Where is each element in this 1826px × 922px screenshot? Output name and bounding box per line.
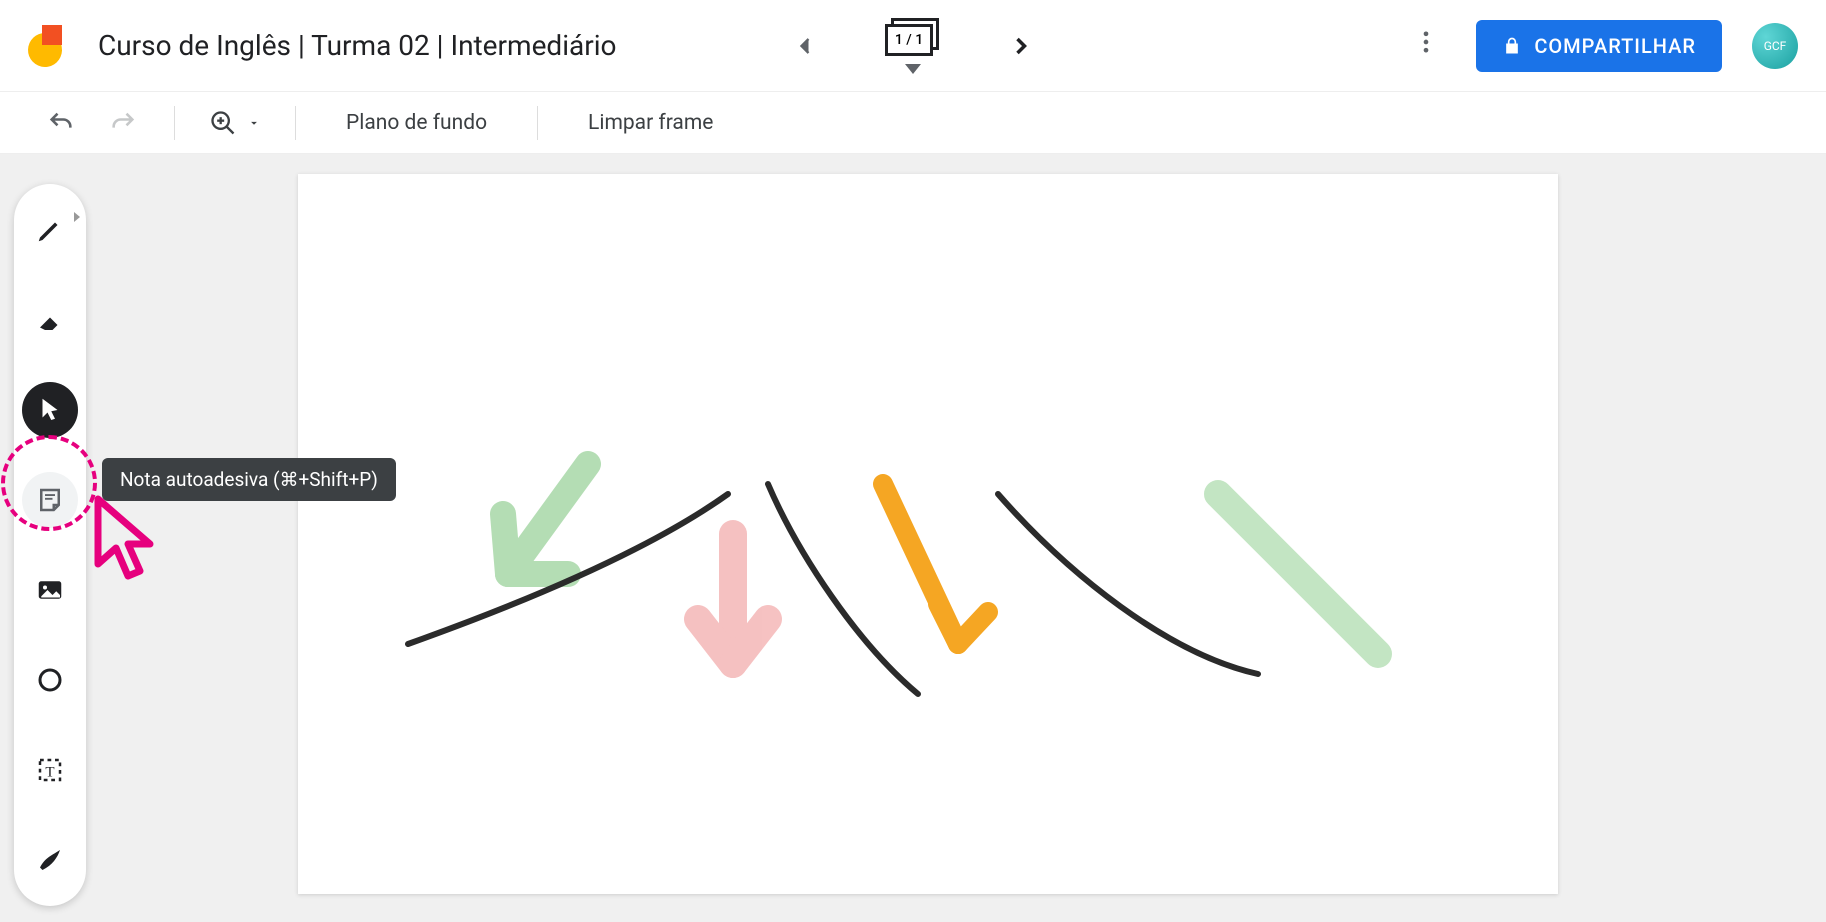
document-title[interactable]: Curso de Inglês | Turma 02 | Intermediár… (98, 29, 617, 62)
laser-icon (35, 845, 65, 875)
image-icon (35, 575, 65, 605)
main-area: T Nota autoadesiva (⌘+Shift+P) (0, 154, 1826, 922)
whiteboard-canvas[interactable] (298, 174, 1558, 894)
header-bar: Curso de Inglês | Turma 02 | Intermediár… (0, 0, 1826, 92)
toolbar-separator (537, 106, 538, 140)
toolbar-separator (295, 106, 296, 140)
select-tool[interactable] (22, 382, 78, 438)
background-button[interactable]: Plano de fundo (330, 111, 503, 135)
annotation-cursor-icon (88, 494, 168, 584)
laser-tool[interactable] (22, 832, 78, 888)
canvas-drawing (298, 174, 1558, 894)
next-frame-button[interactable] (1001, 26, 1041, 66)
pen-tool[interactable] (22, 202, 78, 258)
sticky-note-icon (35, 485, 65, 515)
chevron-left-icon (791, 32, 819, 60)
avatar-label: GCF (1764, 39, 1787, 53)
user-avatar[interactable]: GCF (1752, 23, 1798, 69)
eraser-icon (35, 305, 65, 335)
frame-navigation: 1 / 1 (785, 18, 1041, 74)
pen-icon (35, 215, 65, 245)
share-button-label: COMPARTILHAR (1534, 34, 1696, 58)
prev-frame-button[interactable] (785, 26, 825, 66)
cursor-icon (35, 395, 65, 425)
submenu-caret-icon (74, 212, 80, 222)
svg-text:T: T (45, 764, 54, 780)
caret-down-icon (247, 116, 261, 130)
secondary-toolbar: Plano de fundo Limpar frame (0, 92, 1826, 154)
redo-icon (109, 109, 137, 137)
circle-icon (35, 665, 65, 695)
eraser-tool[interactable] (22, 292, 78, 348)
zoom-control[interactable] (209, 109, 261, 137)
sticky-note-tool[interactable] (22, 472, 78, 528)
more-options-button[interactable] (1406, 28, 1446, 63)
zoom-in-icon (209, 109, 237, 137)
chevron-down-icon (905, 64, 921, 74)
frame-counter: 1 / 1 (885, 24, 933, 56)
sticky-note-tooltip: Nota autoadesiva (⌘+Shift+P) (102, 458, 396, 501)
toolbar-separator (174, 106, 175, 140)
image-tool[interactable] (22, 562, 78, 618)
chevron-right-icon (1007, 32, 1035, 60)
redo-button[interactable] (106, 103, 140, 143)
header-right: COMPARTILHAR GCF (1406, 20, 1798, 72)
undo-button[interactable] (44, 103, 78, 143)
clear-frame-button[interactable]: Limpar frame (572, 111, 729, 135)
tool-sidebar: T (14, 184, 86, 906)
lock-icon (1502, 36, 1522, 56)
textbox-tool[interactable]: T (22, 742, 78, 798)
share-button[interactable]: COMPARTILHAR (1476, 20, 1722, 72)
shape-tool[interactable] (22, 652, 78, 708)
textbox-icon: T (35, 755, 65, 785)
frame-indicator[interactable]: 1 / 1 (885, 18, 941, 74)
more-vertical-icon (1412, 28, 1440, 56)
undo-icon (47, 109, 75, 137)
jamboard-logo (28, 25, 70, 67)
